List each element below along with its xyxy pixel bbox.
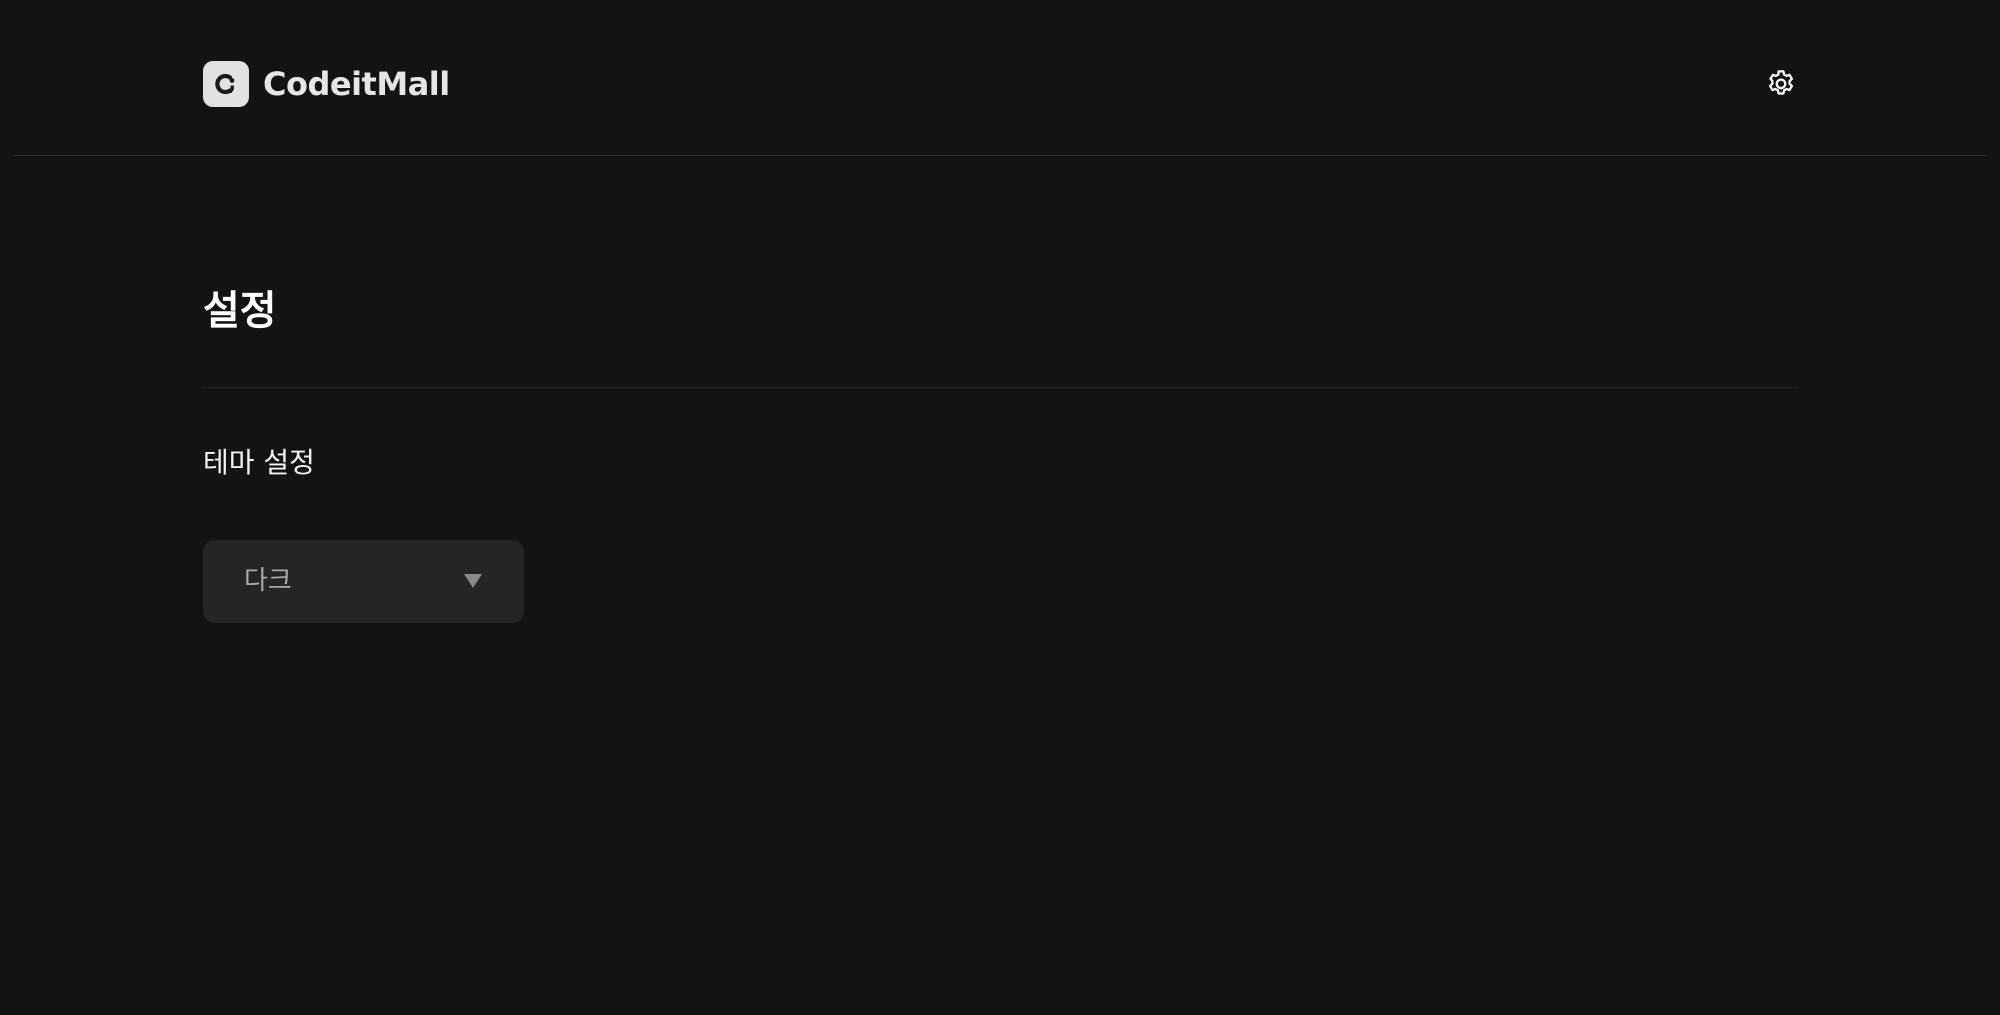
page-title: 설정 — [203, 288, 277, 334]
theme-select[interactable]: 다크 — [203, 540, 524, 623]
gear-icon[interactable] — [1764, 66, 1798, 100]
caret-down-icon — [464, 574, 482, 588]
header-divider — [13, 155, 1987, 156]
logo-text: CodeitMall — [263, 65, 450, 103]
title-divider — [203, 387, 1797, 388]
logo-link[interactable]: CodeitMall — [203, 60, 450, 108]
theme-select-value: 다크 — [244, 566, 292, 596]
top-header: CodeitMall — [0, 0, 2000, 156]
codeit-logo-icon — [203, 61, 249, 107]
theme-section-label: 테마 설정 — [203, 446, 315, 479]
